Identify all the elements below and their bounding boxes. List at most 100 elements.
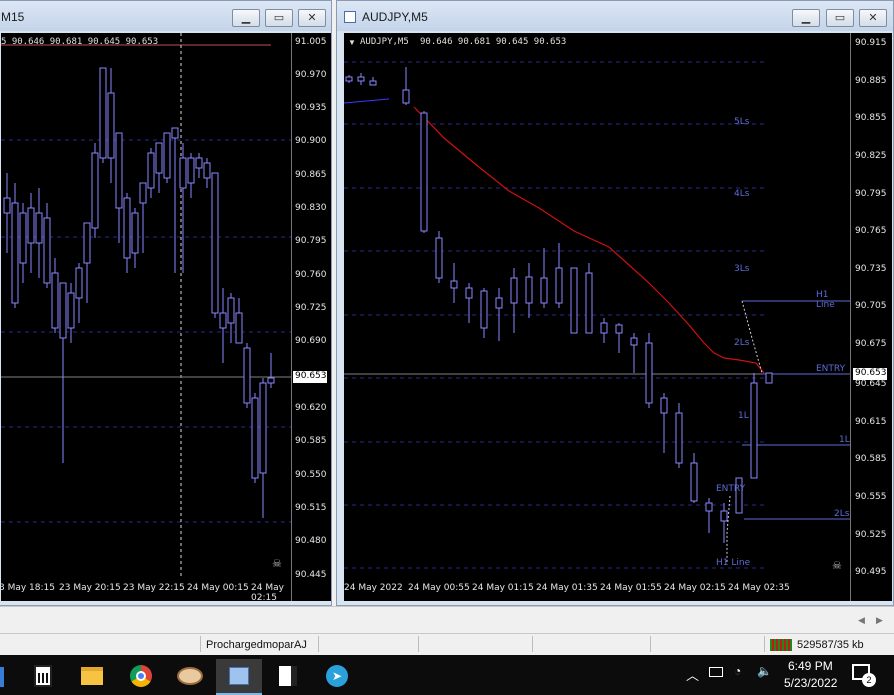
candle-body <box>115 132 123 209</box>
metatrader-icon <box>229 667 249 685</box>
right-y-label: 90.735 <box>855 264 887 274</box>
taskbar-chrome[interactable] <box>118 659 164 695</box>
show-hidden-icons-icon[interactable]: ︿ <box>686 665 699 684</box>
candle-body <box>139 182 147 204</box>
left-chart-window[interactable]: M15 ▁ ▭ ✕ 5 90.646 90.681 90.645 90.653 … <box>0 0 332 606</box>
taskbar-file-explorer[interactable] <box>69 659 115 695</box>
taskbar-app-partial[interactable] <box>0 659 16 695</box>
left-y-label: 90.445 <box>295 570 327 580</box>
close-button[interactable]: ✕ <box>859 9 887 27</box>
sticky-notes-icon <box>279 666 297 686</box>
candle-body <box>450 280 458 289</box>
left-y-label: 90.795 <box>295 236 327 246</box>
candle-body <box>630 337 638 346</box>
level-label-4ls: 4Ls <box>734 189 750 199</box>
right-y-label: 90.915 <box>855 38 887 48</box>
scroll-left-icon[interactable]: ◀ <box>858 615 865 626</box>
maximize-button[interactable]: ▭ <box>826 9 854 27</box>
minimize-button[interactable]: ▁ <box>792 9 820 27</box>
candle-body <box>675 412 683 464</box>
candle-body <box>510 277 518 304</box>
candle-body <box>195 157 203 169</box>
candle-body <box>540 277 548 304</box>
level-label-entry: ENTRY <box>816 364 846 374</box>
candle-body <box>525 276 533 304</box>
status-divider <box>764 636 765 652</box>
candle-body <box>211 172 219 314</box>
level-label-3ls: 3Ls <box>734 264 750 274</box>
candle-body <box>43 217 51 284</box>
minimize-button[interactable]: ▁ <box>232 9 260 27</box>
taskbar-telegram[interactable]: ➤ <box>314 659 360 695</box>
candle-body <box>235 312 243 344</box>
connection-bars-icon <box>770 639 792 651</box>
right-chart-window[interactable]: AUDJPY,M5 ▁ ▭ ✕ ▼ AUDJPY,M5 90.646 90.68… <box>336 0 894 606</box>
right-chart-area[interactable]: ▼ AUDJPY,M5 90.646 90.681 90.645 90.653 … <box>344 33 850 601</box>
left-window-titlebar[interactable]: M15 ▁ ▭ ✕ <box>0 1 331 31</box>
candle-body <box>147 152 155 189</box>
power-icon[interactable] <box>709 667 723 677</box>
notification-badge: 2 <box>862 673 876 687</box>
left-x-axis-label: 24 May 02:15 <box>251 583 284 601</box>
candle-body <box>155 142 163 174</box>
maximize-button[interactable]: ▭ <box>265 9 293 27</box>
candle-body <box>179 157 187 189</box>
clock-date[interactable]: 5/23/2022 <box>784 676 837 690</box>
left-x-axis-label: 24 May 00:15 <box>187 583 249 593</box>
right-x-axis-label: 24 May 01:15 <box>472 583 534 593</box>
candle-body <box>420 112 428 232</box>
candle-body <box>91 152 99 229</box>
maximize-icon: ▭ <box>834 11 846 24</box>
candle-body <box>83 222 91 264</box>
candle-body <box>555 267 563 304</box>
status-traffic: 529587/35 kb <box>797 639 864 651</box>
right-window-titlebar[interactable]: AUDJPY,M5 ▁ ▭ ✕ <box>337 1 893 31</box>
candle-body <box>123 197 131 259</box>
calculator-keys-icon <box>38 673 48 683</box>
taskbar-calculator[interactable] <box>20 659 66 695</box>
candle-body <box>570 267 578 334</box>
chart-dropdown-icon[interactable]: ▼ <box>348 38 356 47</box>
right-price-scale[interactable]: 90.915 90.885 90.855 90.825 90.795 90.76… <box>850 33 892 601</box>
candle-body <box>219 312 227 329</box>
candle-body <box>645 342 653 404</box>
right-x-axis-label: 24 May 01:35 <box>536 583 598 593</box>
volume-icon[interactable]: 🔈 <box>757 664 772 678</box>
left-y-label: 90.830 <box>295 203 327 213</box>
close-button[interactable]: ✕ <box>298 9 326 27</box>
taskbar-paint[interactable] <box>167 659 213 695</box>
app-partial-icon <box>0 667 4 687</box>
taskbar-sticky-notes[interactable] <box>265 659 311 695</box>
candle-body <box>11 202 19 304</box>
left-price-scale[interactable]: 91.005 90.970 90.935 90.900 90.865 90.83… <box>291 33 331 601</box>
candle-body <box>107 92 115 159</box>
candle-body <box>19 212 27 264</box>
right-y-label: 90.765 <box>855 226 887 236</box>
left-price-badge: 90.653 <box>293 371 327 383</box>
candle-body <box>480 290 488 329</box>
left-x-axis-label: 23 May 20:15 <box>59 583 121 593</box>
clock-time[interactable]: 6:49 PM <box>788 659 833 673</box>
candle-body <box>67 292 75 329</box>
candle-body <box>465 287 473 299</box>
candle-body <box>369 80 377 86</box>
telegram-icon: ➤ <box>326 665 348 687</box>
status-profile: ProchargedmoparAJ <box>206 639 307 651</box>
level-label-entry-low: ENTRY <box>716 484 746 494</box>
status-divider <box>650 636 651 652</box>
taskbar-metatrader[interactable] <box>216 659 262 695</box>
candle-body <box>59 282 67 339</box>
network-icon[interactable]: ◔ <box>734 664 741 678</box>
terminal-scroll-strip[interactable]: ◀ ▶ <box>0 606 894 633</box>
candle-body <box>705 502 713 512</box>
scroll-right-icon[interactable]: ▶ <box>876 615 883 626</box>
left-chart-area[interactable]: 5 90.646 90.681 90.645 90.653 ☠ 3 May 18… <box>1 33 291 601</box>
candle-body <box>720 510 728 522</box>
right-y-label: 90.525 <box>855 530 887 540</box>
minimize-icon: ▁ <box>241 11 251 24</box>
status-divider <box>532 636 533 652</box>
right-y-label: 90.885 <box>855 76 887 86</box>
left-y-label: 90.690 <box>295 336 327 346</box>
right-y-label: 90.675 <box>855 339 887 349</box>
right-y-label: 90.615 <box>855 417 887 427</box>
